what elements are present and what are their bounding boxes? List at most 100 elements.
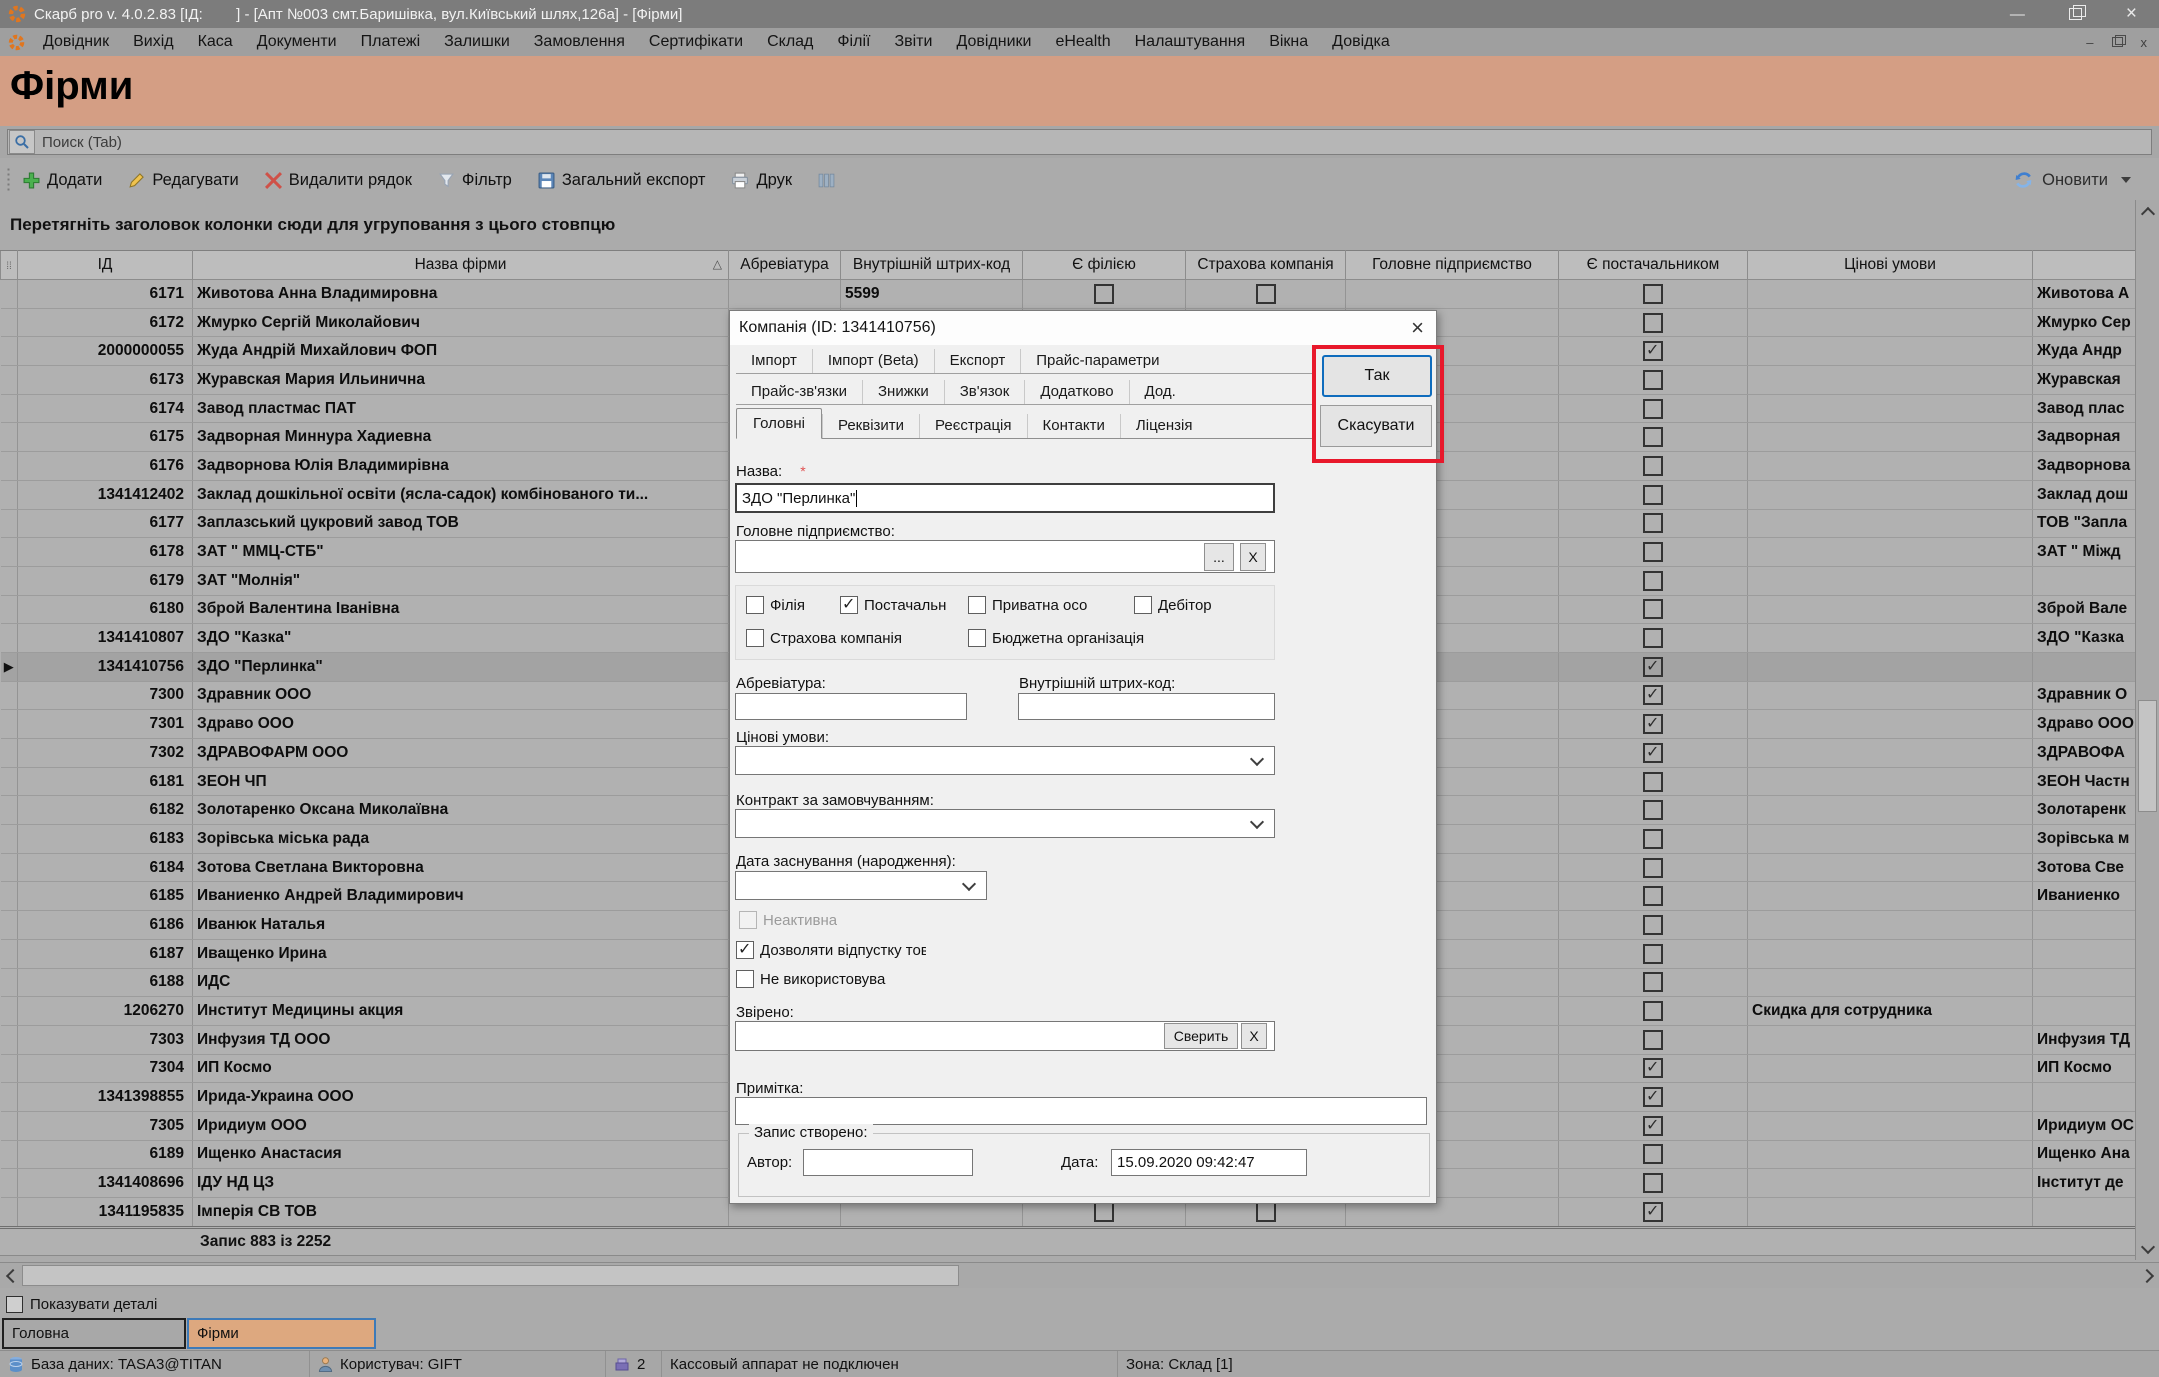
main-company-browse-button[interactable]: ... [1204, 543, 1234, 571]
dialog-tab[interactable]: Ліцензія [1120, 414, 1208, 438]
show-details-checkbox[interactable] [6, 1296, 23, 1313]
col-extra[interactable] [2033, 251, 2137, 280]
menu-item[interactable]: Платежі [349, 33, 433, 51]
supplier-checkbox[interactable] [1643, 427, 1663, 447]
barcode-input[interactable] [1018, 693, 1275, 720]
dialog-tab[interactable]: Знижки [862, 380, 944, 404]
export-button[interactable]: Загальний експорт [538, 171, 706, 190]
supplier-checkbox[interactable] [1643, 915, 1663, 935]
close-button[interactable]: × [2126, 3, 2137, 25]
main-company-clear-button[interactable]: X [1240, 543, 1266, 571]
col-id[interactable]: ІД [18, 251, 193, 280]
abbr-input[interactable] [735, 693, 967, 720]
supplier-checkbox[interactable] [1643, 399, 1663, 419]
verify-button[interactable]: Сверить [1164, 1023, 1238, 1049]
dialog-tab[interactable]: Реєстрація [919, 414, 1026, 438]
insurance-checkbox[interactable] [1256, 284, 1276, 304]
contract-select[interactable] [735, 809, 1275, 838]
budget-org-checkbox[interactable]: Бюджетна організація [968, 629, 1144, 647]
supplier-checkbox[interactable] [1643, 944, 1663, 964]
supplier-checkbox[interactable] [1643, 341, 1663, 361]
menu-item[interactable]: Довідка [1320, 33, 1402, 51]
supplier-checkbox[interactable] [1643, 657, 1663, 677]
supplier-checkbox[interactable] [1643, 542, 1663, 562]
supplier-checkbox[interactable] [1643, 485, 1663, 505]
founded-date-select[interactable] [735, 871, 987, 900]
menu-item[interactable]: Філії [825, 33, 882, 51]
supplier-checkbox[interactable] [1643, 772, 1663, 792]
supplier-checkbox[interactable] [1643, 972, 1663, 992]
edit-button[interactable]: Редагувати [128, 171, 238, 190]
menu-item[interactable]: Налаштування [1123, 33, 1258, 51]
supplier-checkbox[interactable] [1643, 743, 1663, 763]
mdi-minimize-button[interactable]: – [2086, 35, 2093, 50]
branch-checkbox[interactable] [1094, 284, 1114, 304]
date-input[interactable]: 15.09.2020 09:42:47 [1111, 1149, 1307, 1176]
col-main-company[interactable]: Головне підприємство [1346, 251, 1559, 280]
refresh-dropdown-caret[interactable] [2121, 177, 2131, 183]
col-barcode[interactable]: Внутрішній штрих-код [841, 251, 1023, 280]
dialog-tab[interactable]: Експорт [934, 349, 1021, 373]
menu-item[interactable]: Вікна [1257, 33, 1320, 51]
print-button[interactable]: Друк [731, 171, 792, 190]
supplier-checkbox[interactable] [1643, 284, 1663, 304]
supplier-checkbox[interactable] [1643, 829, 1663, 849]
supplier-checkbox[interactable] [1643, 599, 1663, 619]
delete-row-button[interactable]: Видалити рядок [265, 171, 412, 190]
toolbar-drag-handle[interactable] [6, 167, 11, 193]
menu-item[interactable]: Сертифікати [637, 33, 755, 51]
verified-clear-button[interactable]: X [1241, 1023, 1267, 1049]
not-use-checkbox[interactable]: Не використовува [736, 970, 886, 988]
restore-button[interactable] [2069, 8, 2082, 20]
menu-item[interactable]: Звіти [882, 33, 944, 51]
col-is-supplier[interactable]: Є постачальником [1559, 251, 1748, 280]
col-is-branch[interactable]: Є філією [1023, 251, 1186, 280]
supplier-checkbox[interactable] [1643, 1058, 1663, 1078]
dialog-tab[interactable]: Контакти [1027, 414, 1120, 438]
supplier-checkbox[interactable] [1643, 685, 1663, 705]
horizontal-scroll-thumb[interactable] [22, 1265, 959, 1286]
main-company-input[interactable]: ... X [735, 540, 1275, 573]
supplier-checkbox[interactable] [1643, 858, 1663, 878]
vertical-scrollbar[interactable] [2135, 200, 2159, 1260]
minimize-button[interactable]: — [2010, 6, 2025, 23]
columns-grid-icon[interactable] [818, 172, 835, 189]
filter-button[interactable]: Фільтр [438, 171, 512, 190]
price-terms-select[interactable] [735, 746, 1275, 775]
verified-input[interactable]: Сверить X [735, 1021, 1275, 1051]
note-input[interactable] [735, 1097, 1427, 1125]
menu-item[interactable]: Каса [186, 33, 245, 51]
dialog-tab[interactable]: Дод. [1129, 380, 1191, 404]
supplier-checkbox[interactable]: Постачальн [840, 596, 962, 614]
supplier-checkbox[interactable] [1643, 1116, 1663, 1136]
tab-home[interactable]: Головна [2, 1318, 186, 1349]
menu-item[interactable]: Залишки [432, 33, 522, 51]
mdi-restore-button[interactable] [2112, 37, 2123, 47]
add-button[interactable]: Додати [23, 171, 102, 190]
dialog-tab[interactable]: Зв'язок [944, 380, 1025, 404]
dialog-tab[interactable]: Імпорт (Beta) [812, 349, 934, 373]
supplier-checkbox[interactable] [1643, 1173, 1663, 1193]
menu-item[interactable]: Замовлення [522, 33, 637, 51]
supplier-checkbox[interactable] [1643, 513, 1663, 533]
menu-item[interactable]: Вихід [121, 33, 186, 51]
debtor-checkbox[interactable]: Дебітор [1134, 596, 1212, 614]
scroll-down-button[interactable] [2136, 1237, 2159, 1260]
supplier-checkbox[interactable] [1643, 1202, 1663, 1222]
vertical-scroll-thumb[interactable] [2138, 700, 2157, 812]
tab-firms[interactable]: Фірми [187, 1318, 376, 1349]
scroll-right-button[interactable] [2137, 1263, 2159, 1288]
dialog-tab[interactable]: Імпорт [736, 349, 812, 373]
dialog-tab[interactable]: Головні [736, 408, 822, 439]
dialog-close-icon[interactable]: × [1411, 318, 1424, 338]
col-insurance[interactable]: Страхова компанія [1186, 251, 1346, 280]
author-input[interactable] [803, 1149, 973, 1176]
dialog-tab[interactable]: Прайс-параметри [1020, 349, 1174, 373]
supplier-checkbox[interactable] [1643, 370, 1663, 390]
private-person-checkbox[interactable]: Приватна осо [968, 596, 1126, 614]
mdi-close-button[interactable]: x [2141, 35, 2148, 50]
supplier-checkbox[interactable] [1643, 800, 1663, 820]
supplier-checkbox[interactable] [1643, 886, 1663, 906]
col-indicator[interactable]: ⁞⁞ [1, 251, 18, 280]
col-firm-name[interactable]: Назва фірми△ [193, 251, 729, 280]
